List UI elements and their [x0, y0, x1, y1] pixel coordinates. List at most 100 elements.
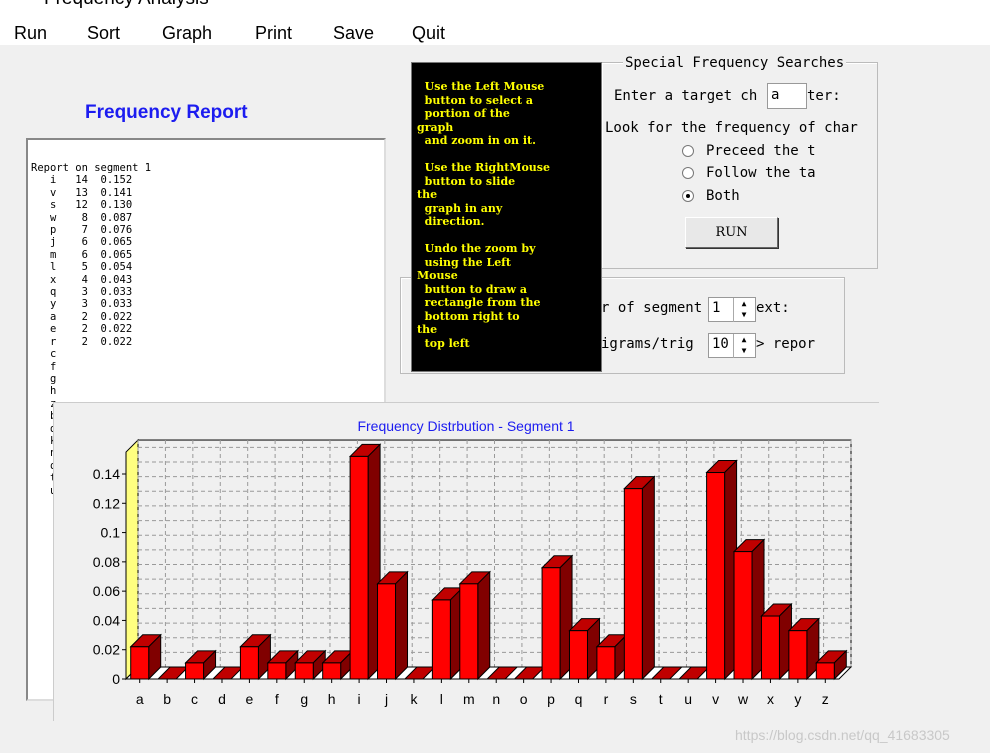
look-label: Look for the frequency of char — [605, 120, 858, 136]
report-row: g — [31, 372, 57, 385]
x-tick-label: v — [712, 691, 719, 707]
x-tick-label: x — [767, 691, 774, 707]
segment-value: 1 — [712, 300, 721, 316]
bar — [377, 583, 397, 680]
x-tick-label: i — [358, 691, 361, 707]
x-tick-label: c — [191, 691, 198, 707]
report-row: p 7 0.076 — [31, 224, 133, 237]
bar — [130, 646, 150, 680]
report-title: Frequency Report — [85, 102, 248, 123]
x-tick-label: m — [463, 691, 475, 707]
segment-label: r of segment — [601, 300, 703, 316]
radio-both-label: Both — [706, 188, 740, 204]
bar — [431, 599, 451, 680]
x-tick-label: z — [822, 691, 829, 707]
x-tick-label: g — [300, 691, 308, 707]
report-row: q 3 0.033 — [31, 286, 133, 299]
chart-title: Frequency Distrbution - Segment 1 — [357, 418, 574, 434]
x-tick-label: p — [547, 691, 555, 707]
segment-label-end: ext: — [756, 300, 790, 316]
x-tick-label: n — [492, 691, 500, 707]
x-tick-label: s — [630, 691, 637, 707]
bar — [760, 615, 780, 680]
spinner-arrows-icon[interactable]: ▲ ▼ — [733, 334, 754, 358]
x-tick-label: a — [136, 691, 144, 707]
menu-print[interactable]: Print — [255, 23, 292, 44]
radio-follow[interactable] — [682, 167, 694, 179]
bigram-label: igrams/trig — [601, 336, 694, 352]
report-row: m 6 0.065 — [31, 248, 133, 261]
spinner-arrows-icon[interactable]: ▲ ▼ — [733, 298, 754, 322]
bar — [239, 646, 259, 680]
y-tick-label: 0.06 — [93, 583, 120, 599]
x-tick-label: y — [794, 691, 801, 707]
segment-spinner[interactable]: 1 ▲ ▼ — [708, 297, 756, 322]
report-row: e 2 0.022 — [31, 323, 133, 336]
bar — [459, 583, 479, 680]
bigram-spinner[interactable]: 10 ▲ ▼ — [708, 333, 756, 358]
menu-save[interactable]: Save — [333, 23, 374, 44]
y-tick-label: 0.04 — [93, 612, 120, 628]
report-row: l 5 0.054 — [31, 261, 133, 274]
x-tick-label: e — [246, 691, 254, 707]
y-tick-label: 0.14 — [93, 466, 120, 482]
bar — [568, 630, 588, 680]
bar — [322, 662, 342, 680]
title-bar: Frequency Analysis — [0, 0, 990, 16]
report-row: r 2 0.022 — [31, 335, 133, 348]
bar — [349, 455, 369, 680]
radio-both[interactable] — [682, 190, 694, 202]
x-tick-label: r — [604, 691, 609, 707]
menu-run[interactable]: Run — [14, 23, 47, 44]
report-row: c — [31, 348, 57, 361]
radio-preceed[interactable] — [682, 145, 694, 157]
radio-preceed-label: Preceed the t — [706, 143, 816, 159]
x-tick-label: h — [328, 691, 336, 707]
x-tick-label: t — [659, 691, 663, 707]
report-row: f — [31, 360, 57, 373]
frequency-chart[interactable]: Frequency Distrbution - Segment 1 0 0.02 0… — [53, 402, 879, 721]
target-label-end: ter: — [807, 88, 841, 104]
menu-sort[interactable]: Sort — [87, 23, 120, 44]
run-button[interactable]: RUN — [685, 217, 778, 248]
bar — [185, 662, 205, 680]
x-tick-label: l — [440, 691, 443, 707]
watermark: https://blog.csdn.net/qq_41683305 — [735, 727, 950, 743]
report-row: j 6 0.065 — [31, 236, 133, 249]
bar — [788, 630, 808, 680]
menu-graph[interactable]: Graph — [162, 23, 212, 44]
target-char-value: a — [771, 87, 780, 103]
bar — [294, 662, 314, 680]
report-row: x 4 0.043 — [31, 273, 133, 286]
bar — [596, 646, 616, 680]
bar-side — [395, 570, 409, 681]
report-row: h — [31, 385, 57, 398]
x-tick-label: u — [684, 691, 692, 707]
report-row: y 3 0.033 — [31, 298, 133, 311]
y-tick-label: 0.1 — [101, 525, 121, 541]
bigram-label-end: > repor — [756, 336, 816, 352]
report-header: Report on segment 1 — [31, 162, 152, 174]
menu-bar: Run Sort Graph Print Save Quit — [0, 16, 990, 45]
report-row: a 2 0.022 — [31, 310, 133, 323]
x-tick-label: k — [410, 691, 418, 707]
window-title: Frequency Analysis — [44, 0, 209, 10]
y-tick-label: 0 — [112, 671, 120, 687]
radio-follow-label: Follow the ta — [706, 165, 816, 181]
x-tick-label: b — [163, 691, 171, 707]
bar-side — [641, 475, 655, 681]
bar — [706, 472, 726, 680]
x-tick-label: f — [275, 691, 279, 707]
x-tick-label: j — [384, 691, 388, 707]
bar — [733, 551, 753, 680]
menu-quit[interactable]: Quit — [412, 23, 445, 44]
bar — [267, 662, 287, 680]
target-char-input[interactable]: a — [767, 83, 807, 109]
y-tick-label: 0.08 — [93, 554, 120, 570]
target-label: Enter a target ch — [614, 88, 758, 104]
bar-side — [477, 570, 491, 681]
report-row: s 12 0.130 — [31, 199, 133, 212]
help-tooltip: Use the Left Mouse button to select a po… — [411, 62, 602, 372]
x-tick-label: q — [575, 691, 583, 707]
y-tick-label: 0.02 — [93, 642, 120, 658]
